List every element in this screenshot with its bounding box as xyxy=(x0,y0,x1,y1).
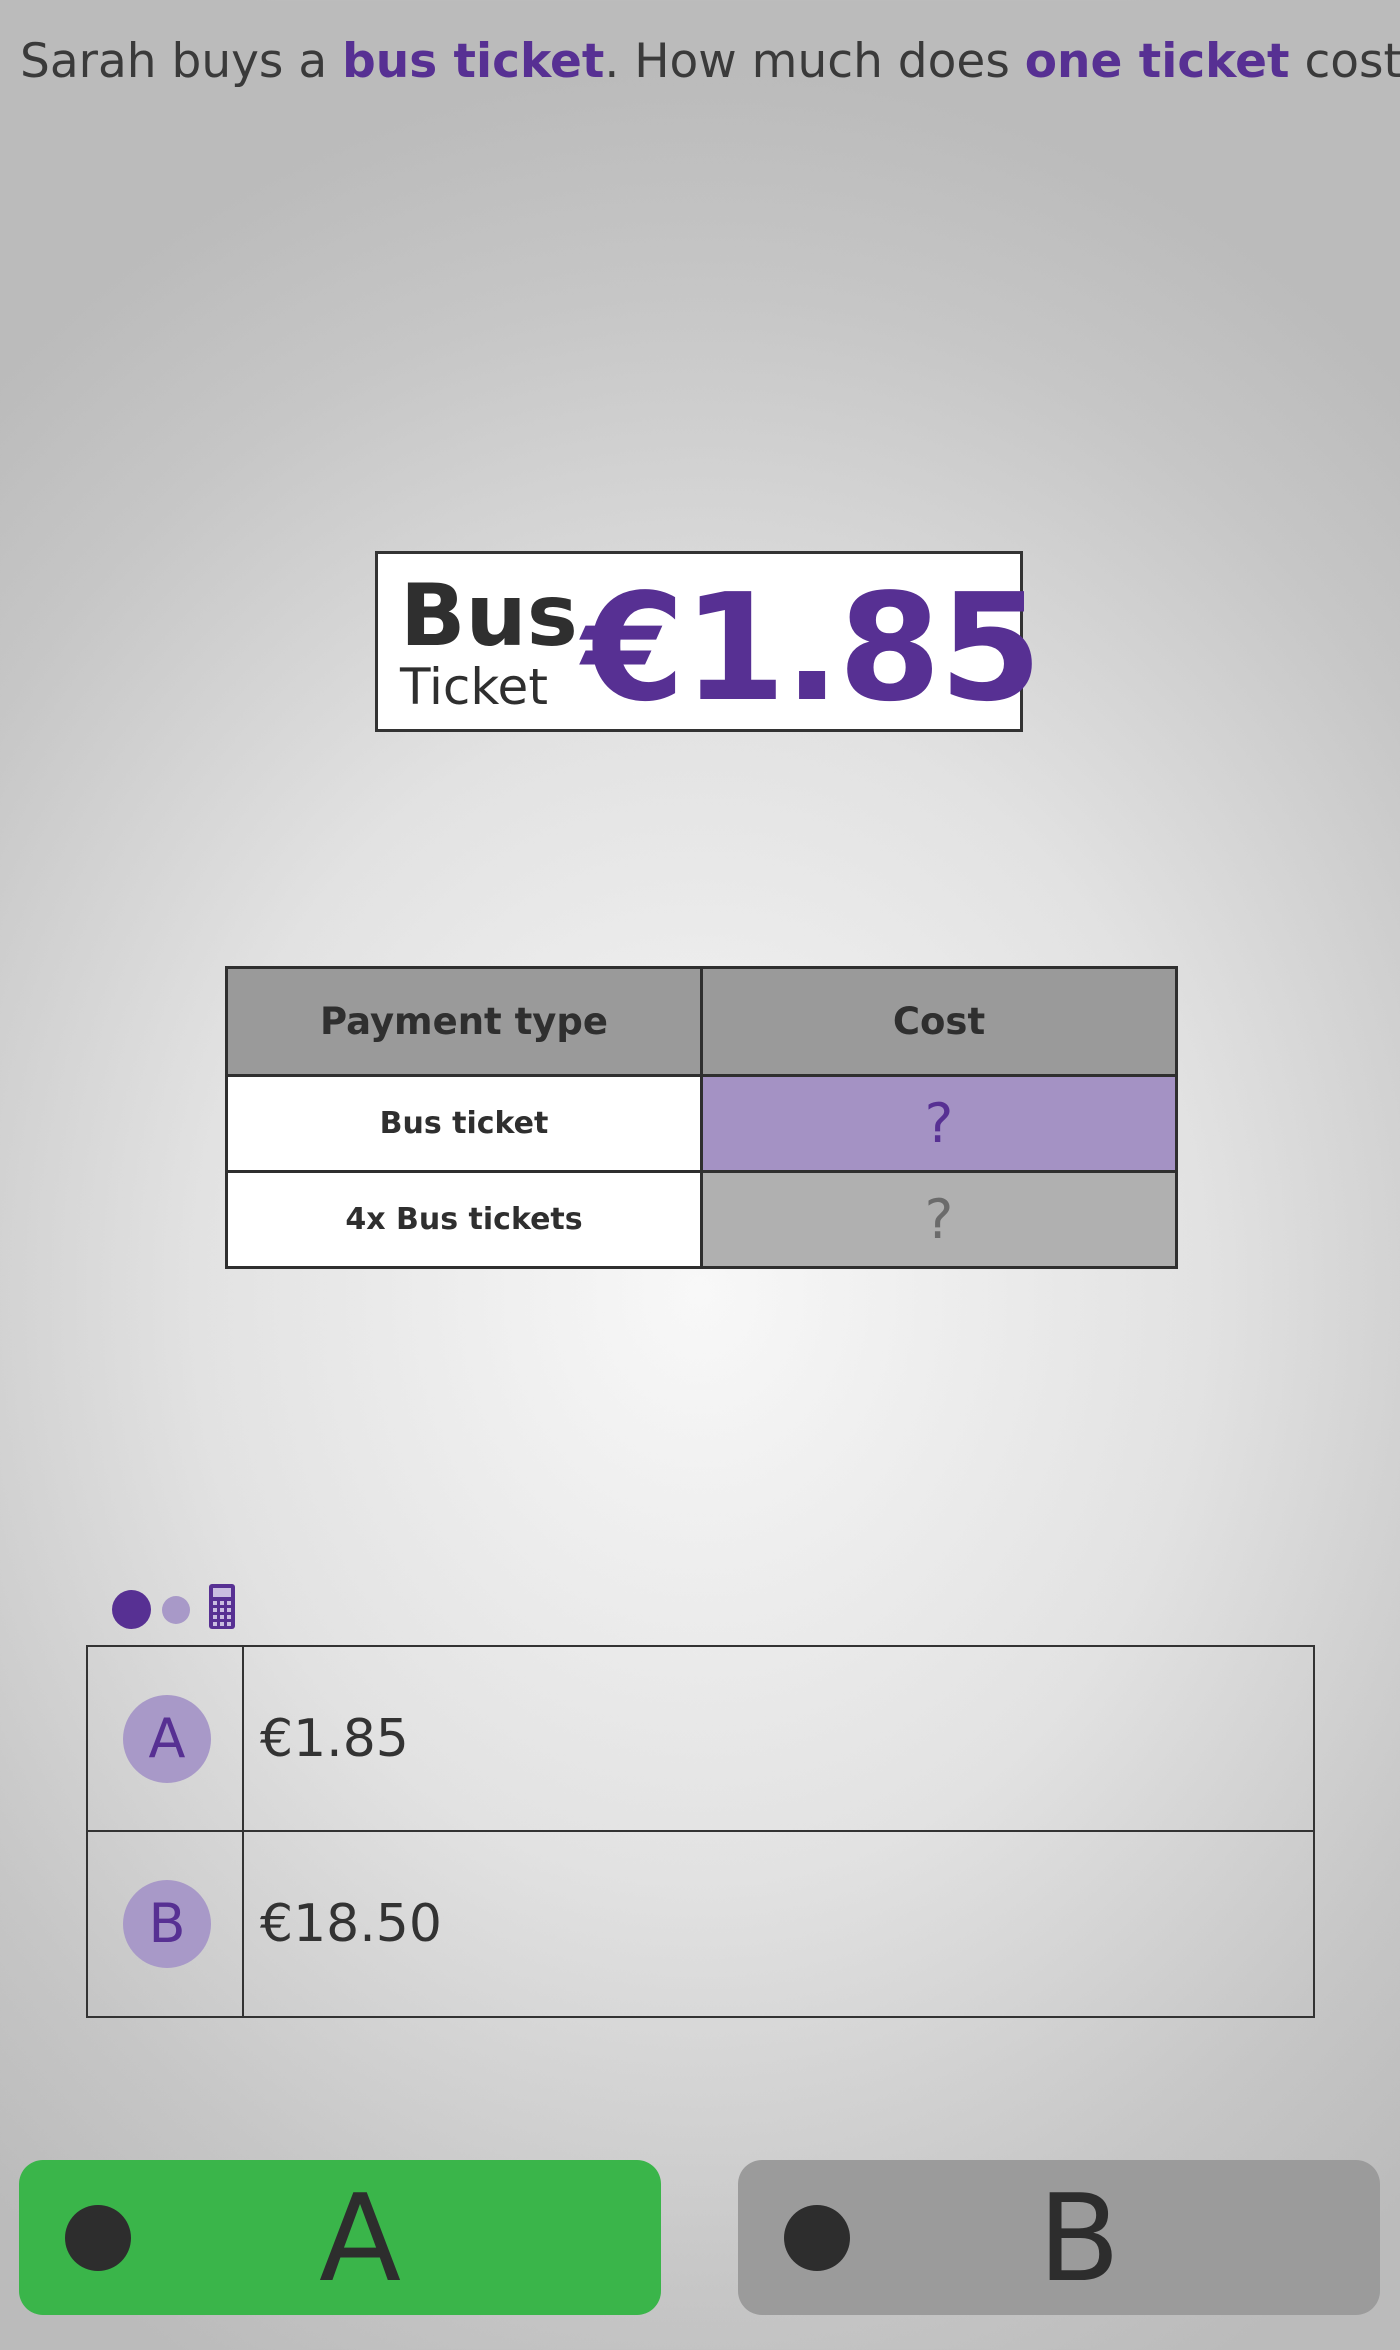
row-label-bus-ticket: Bus ticket xyxy=(225,1074,703,1173)
calculator-icon xyxy=(209,1584,235,1629)
price-tag-price: €1.85 xyxy=(582,562,1042,734)
question-highlight-one-ticket: one ticket xyxy=(1024,34,1290,89)
light-dot-icon xyxy=(162,1596,190,1624)
question-part-3: cost? xyxy=(1304,34,1400,89)
option-a[interactable]: A €1.85 xyxy=(88,1647,1313,1832)
question-highlight-bus-ticket: bus ticket xyxy=(342,34,605,89)
question-text: Sarah buys a bus ticket. How much does o… xyxy=(20,30,1400,94)
option-letter-cell: B xyxy=(88,1832,244,2016)
option-value: €18.50 xyxy=(260,1894,442,1954)
header-payment-type: Payment type xyxy=(225,966,703,1077)
table-row: 4x Bus tickets ? xyxy=(225,1170,1178,1269)
table-header-row: Payment type Cost xyxy=(225,966,1178,1077)
filled-dot-icon xyxy=(112,1590,151,1629)
answer-button-a[interactable]: A xyxy=(19,2160,661,2315)
option-b[interactable]: B €18.50 xyxy=(88,1832,1313,2016)
cost-cell-unknown: ? xyxy=(700,1170,1178,1269)
option-value: €1.85 xyxy=(260,1708,409,1769)
question-part-2: . How much does xyxy=(604,34,1025,89)
answer-options: A €1.85 B €18.50 xyxy=(86,1645,1315,2018)
question-part-1: Sarah buys a xyxy=(20,34,343,89)
price-tag-subtitle: Ticket xyxy=(400,658,548,716)
option-letter-badge: B xyxy=(123,1880,211,1968)
price-tag-title: Bus xyxy=(400,566,578,666)
option-letter-cell: A xyxy=(88,1647,244,1830)
cost-table: Payment type Cost Bus ticket ? 4x Bus ti… xyxy=(225,966,1178,1269)
row-label-4x-bus-tickets: 4x Bus tickets xyxy=(225,1170,703,1269)
answer-button-label: A xyxy=(318,2170,402,2309)
table-row: Bus ticket ? xyxy=(225,1074,1178,1173)
bus-ticket-price-tag: Bus Ticket €1.85 xyxy=(375,551,1042,732)
answer-button-label: B xyxy=(1037,2170,1121,2309)
cost-cell-unknown-highlighted: ? xyxy=(700,1074,1178,1173)
option-letter-badge: A xyxy=(123,1694,211,1783)
header-cost: Cost xyxy=(700,966,1178,1077)
answer-button-b[interactable]: B xyxy=(738,2160,1380,2315)
